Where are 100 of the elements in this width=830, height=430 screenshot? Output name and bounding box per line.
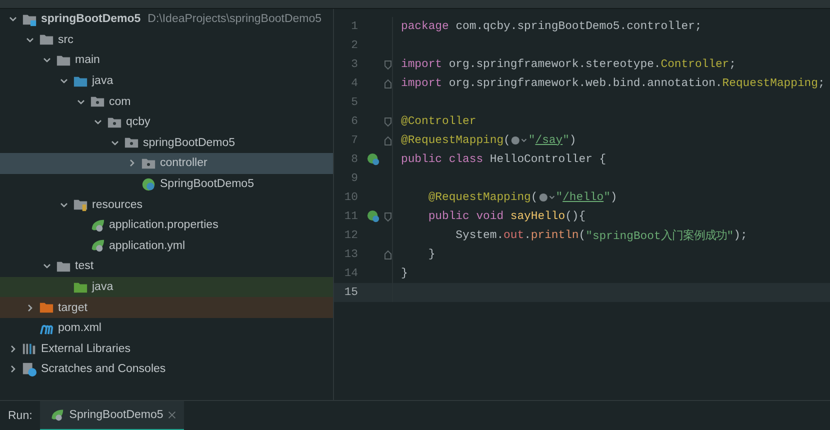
tree-item[interactable]: java [0, 70, 333, 92]
code-method: sayHello [510, 210, 566, 222]
line-number: 9 [350, 172, 359, 184]
fold-marker-icon[interactable] [384, 136, 392, 146]
fold-marker-icon[interactable] [384, 250, 392, 260]
tree-item[interactable]: application.properties [0, 214, 333, 236]
code-keyword: package [401, 20, 449, 32]
chevron-right-icon[interactable] [8, 344, 18, 354]
library-icon [22, 341, 37, 356]
code-string: " [556, 192, 563, 204]
line-number: 4 [350, 78, 359, 90]
tree-item-label: springBootDemo5 [41, 13, 141, 26]
resources-folder-icon [73, 197, 88, 212]
code-annotation: Controller [660, 58, 730, 70]
fold-marker-icon[interactable] [384, 116, 392, 126]
line-number: 10 [343, 192, 359, 204]
line-number: 11 [343, 210, 359, 222]
code-text: ( [530, 192, 538, 204]
tree-item[interactable]: test [0, 256, 333, 277]
class-icon [141, 176, 156, 192]
chevron-right-icon[interactable] [25, 302, 35, 313]
chevron-right-icon[interactable] [8, 364, 18, 374]
code-text: ) [610, 192, 618, 204]
line-number: 15 [343, 286, 359, 298]
code-annotation: @Controller [401, 116, 476, 128]
tree-item[interactable]: application.yml [0, 236, 333, 256]
tree-item[interactable]: pom.xml [0, 318, 333, 338]
code-text: org.springframework.stereotype. [448, 58, 661, 70]
tree-item-label: qcby [126, 116, 150, 128]
code-field: out [504, 230, 524, 242]
project-path: D:\IdeaProjects\springBootDemo5 [148, 13, 322, 26]
code-text: (){ [565, 210, 586, 222]
code-annotation: @RequestMapping [401, 134, 504, 146]
code-text: ( [578, 230, 586, 242]
tree-item-label: application.properties [109, 219, 218, 232]
globe-dropdown-icon[interactable] [538, 192, 556, 203]
tree-item-label: External Libraries [41, 342, 130, 355]
fold-marker-icon[interactable] [384, 78, 392, 88]
code-annotation: @RequestMapping [427, 192, 531, 204]
line-number: 13 [343, 248, 359, 260]
code-text: ) [569, 134, 576, 146]
package-folder-icon [124, 135, 139, 150]
tree-item-label: pom.xml [58, 322, 102, 334]
tree-item-label: resources [92, 198, 142, 211]
folder-icon [39, 32, 54, 48]
run-tab[interactable]: SpringBootDemo5 [40, 401, 184, 430]
line-number: 14 [343, 268, 359, 280]
scratch-icon [22, 362, 37, 377]
tree-item[interactable]: Scratches and Consoles [0, 359, 333, 380]
code-text: System. [454, 230, 504, 242]
code-text: ); [734, 230, 748, 242]
code-keyword: public void [427, 210, 505, 222]
line-number: 3 [350, 58, 359, 70]
tree-item[interactable]: SpringBootDemo5 [0, 174, 333, 194]
code-text: } [427, 248, 436, 260]
tree-item[interactable]: main [0, 50, 333, 71]
line-number: 12 [343, 230, 359, 242]
tree-item[interactable]: target [0, 297, 333, 318]
code-text: com.qcby.springBootDemo5.controller; [454, 20, 702, 32]
tree-item[interactable]: qcby [0, 112, 333, 133]
bean-icon[interactable] [366, 153, 380, 166]
run-label: Run: [7, 409, 34, 424]
close-icon[interactable] [168, 411, 176, 419]
package-folder-icon [90, 94, 105, 110]
fold-marker-icon[interactable] [384, 212, 392, 222]
tree-item[interactable]: com [0, 91, 333, 112]
tree-item[interactable]: controller [0, 153, 333, 174]
line-number: 5 [350, 96, 359, 108]
fold-marker-icon[interactable] [384, 60, 392, 70]
code-method: println [530, 230, 579, 242]
tree-item[interactable]: springBootDemo5 D:\IdeaProjects\springBootDemo5 [0, 9, 333, 30]
tree-item-label: Scratches and Consoles [41, 363, 166, 376]
code-url: /hello [562, 192, 604, 204]
line-number: 7 [350, 134, 359, 146]
tree-item[interactable]: springBootDemo5 [0, 132, 333, 154]
tree-item-label: application.yml [109, 240, 186, 252]
tree-item-label: main [75, 54, 100, 66]
tree-item[interactable]: resources [0, 194, 333, 215]
code-text: ; [729, 58, 736, 70]
tree-item[interactable]: src [0, 30, 333, 50]
code-text: } [401, 268, 408, 280]
tree-item-label: target [58, 302, 88, 314]
code-keyword: import [401, 78, 442, 90]
code-text: . [524, 230, 531, 242]
leaf-icon [90, 218, 105, 233]
line-number: 8 [350, 154, 359, 166]
line-number: 2 [350, 40, 359, 52]
tree-item[interactable]: External Libraries [0, 338, 333, 360]
code-keyword: public class [401, 154, 484, 166]
folder-icon [39, 300, 54, 316]
tree-item[interactable]: java [0, 276, 333, 298]
code-keyword: import [401, 58, 442, 70]
code-text: org.springframework.web.bind.annotation. [448, 78, 722, 90]
tree-item-label: controller [160, 157, 208, 170]
code-string: " [604, 192, 610, 204]
leaf-icon [50, 408, 64, 422]
globe-dropdown-icon[interactable] [510, 135, 528, 146]
chevron-right-icon[interactable] [127, 158, 137, 168]
line-number: 6 [350, 116, 359, 128]
bean-icon[interactable] [366, 210, 380, 223]
